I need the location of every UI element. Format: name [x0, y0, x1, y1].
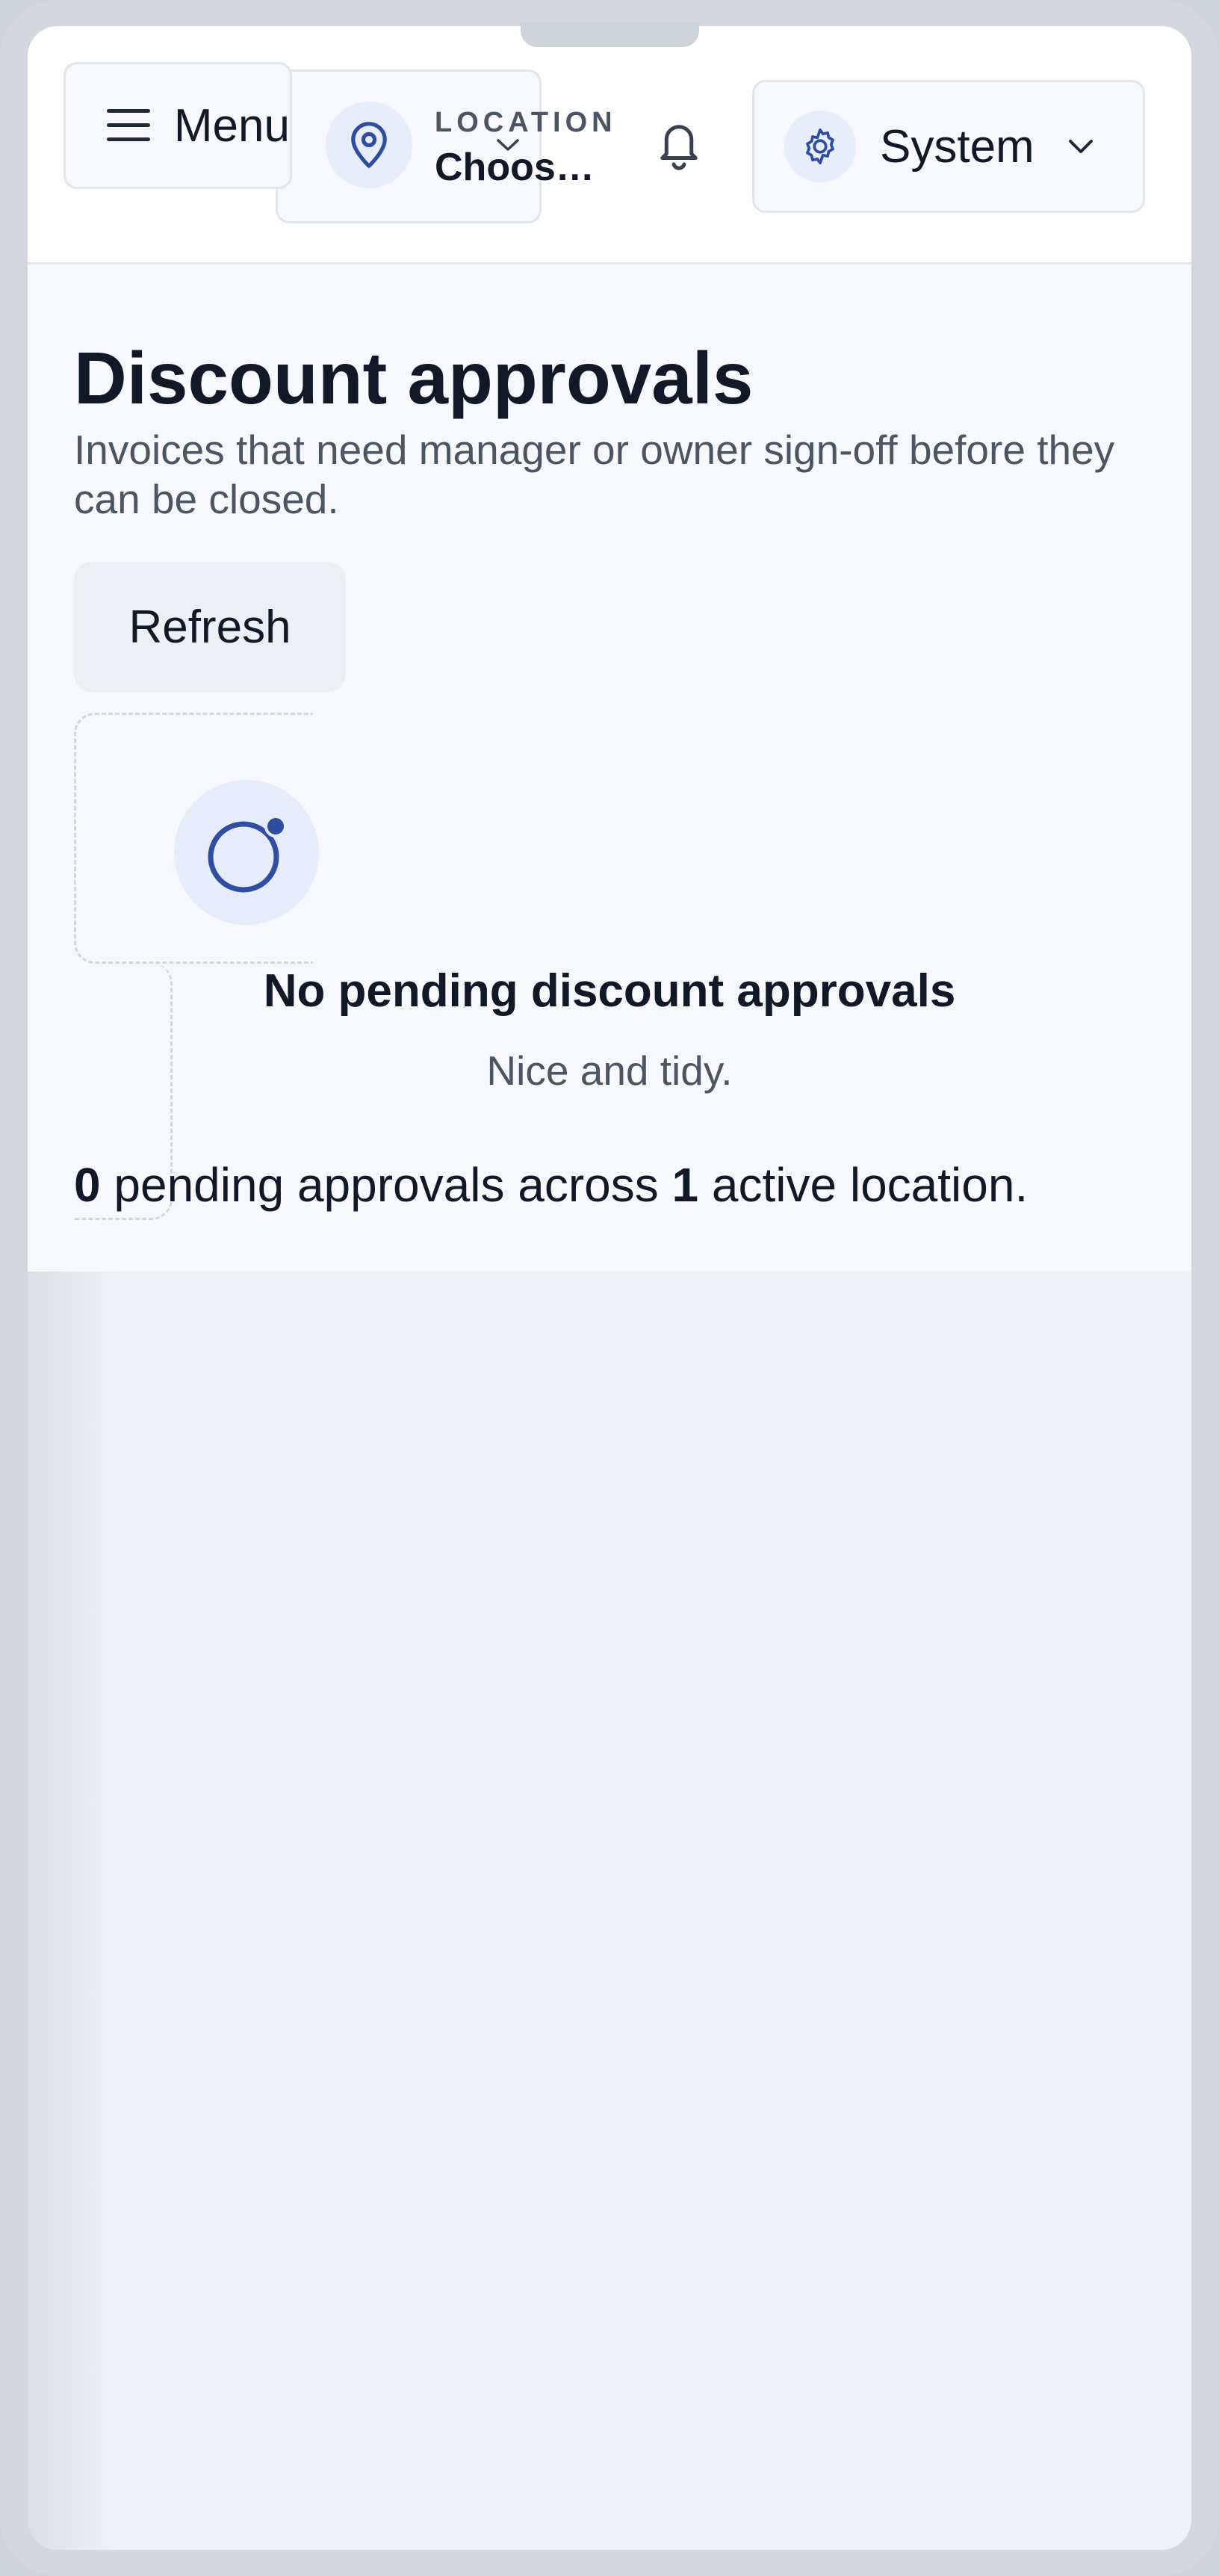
system-menu-button[interactable]: System: [752, 80, 1145, 213]
page-description: Invoices that need manager or owner sign…: [74, 427, 1115, 522]
ring-with-dot-icon: [174, 780, 319, 925]
chevron-down-icon: [495, 137, 521, 157]
camera-notch: [521, 22, 699, 47]
pending-count: 0: [74, 1158, 101, 1212]
location-text: LOCATION Choos…: [435, 101, 617, 191]
location-count: 1: [671, 1158, 699, 1212]
system-menu-label: System: [880, 120, 1035, 173]
menu-button[interactable]: Menu: [63, 62, 292, 189]
hamburger-icon: [107, 109, 150, 142]
device-frame: Menu LOCATION Choos… System Discount app…: [0, 0, 1219, 2576]
map-pin-icon: [326, 102, 412, 188]
empty-state-title: No pending discount approvals: [263, 965, 956, 1017]
location-caption: LOCATION: [435, 107, 617, 138]
app-screen: Menu LOCATION Choos… System Discount app…: [28, 26, 1191, 2550]
chevron-down-icon: [1068, 140, 1093, 153]
gear-icon: [784, 111, 856, 182]
top-bar: Menu LOCATION Choos… System: [28, 26, 1191, 264]
pending-summary: 0 pending approvals across 1 active loca…: [74, 1155, 1164, 1215]
location-value: Choos…: [435, 146, 595, 189]
summary-text: pending approvals across: [100, 1158, 672, 1212]
main-content: Discount approvals Invoices that need ma…: [28, 264, 1191, 1272]
refresh-button[interactable]: Refresh: [74, 562, 346, 692]
menu-button-label: Menu: [173, 99, 290, 152]
bell-icon[interactable]: [654, 114, 704, 176]
page-title: Discount approvals: [74, 337, 754, 419]
empty-state-subtitle: Nice and tidy.: [486, 1047, 733, 1094]
summary-text: active location.: [698, 1158, 1029, 1212]
